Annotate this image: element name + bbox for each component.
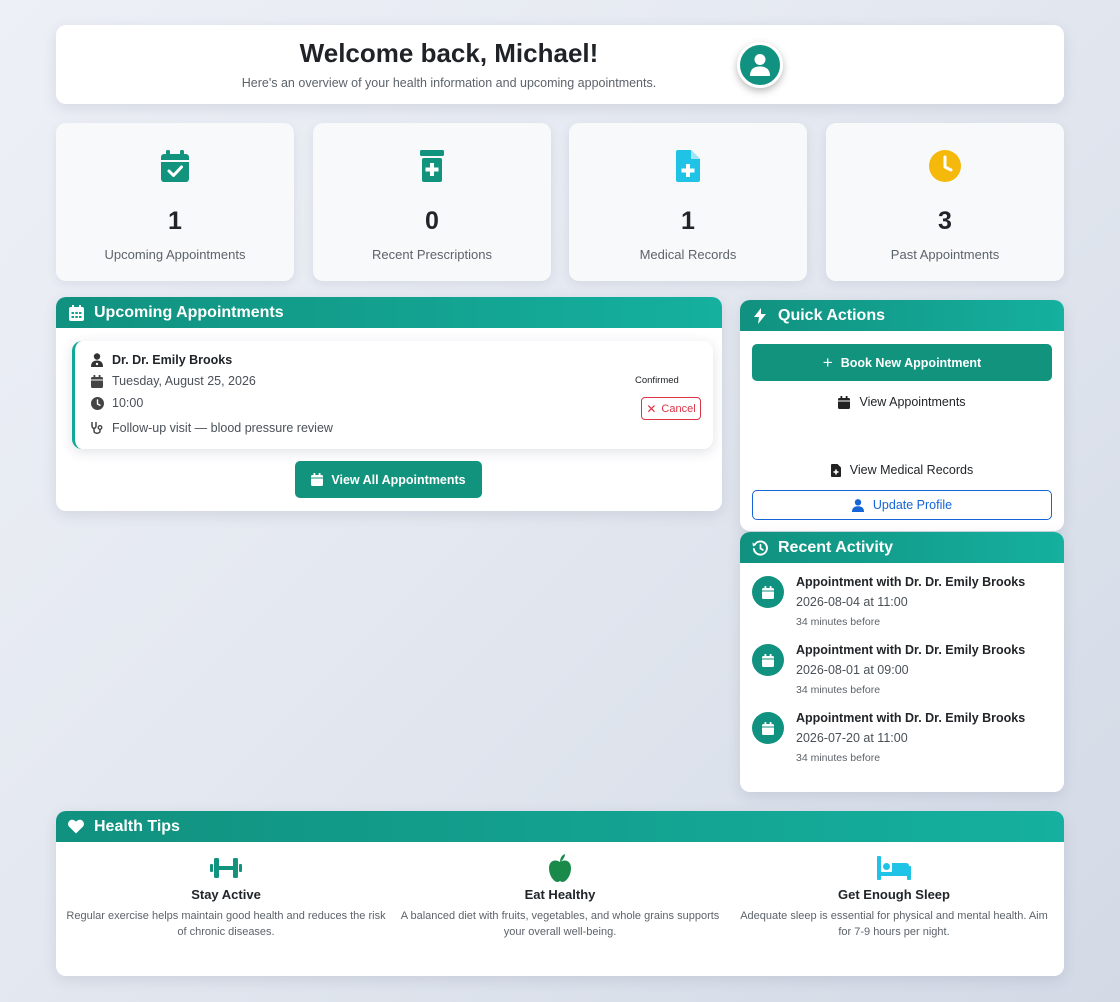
view-medical-records-link[interactable]: View Medical Records <box>752 458 1052 482</box>
book-new-appointment-button[interactable]: + Book New Appointment <box>752 344 1052 381</box>
stat-card-past-appointments[interactable]: 3 Past Appointments <box>826 123 1064 281</box>
book-label: Book New Appointment <box>840 355 982 370</box>
view-all-label: View All Appointments <box>331 472 466 487</box>
health-tips-header: Health Tips <box>56 811 1064 842</box>
recent-activity-card: Recent Activity Appointment with Dr. Dr.… <box>740 532 1064 792</box>
stat-label: Medical Records <box>639 247 737 262</box>
quick-actions-header: Quick Actions <box>740 300 1064 331</box>
calendar-icon <box>762 721 774 735</box>
stat-value: 3 <box>938 207 952 235</box>
activity-datetime: 2026-08-04 at 11:00 <box>796 595 908 609</box>
stat-value: 0 <box>425 207 439 235</box>
appointment-time: 10:00 <box>112 396 144 410</box>
update-profile-label: Update Profile <box>872 498 953 512</box>
tip-title: Get Enough Sleep <box>838 887 950 902</box>
activity-time-ago: 34 minutes before <box>796 616 881 628</box>
avatar[interactable] <box>737 42 783 88</box>
health-tips-card: Health Tips Stay Active Regular exercise… <box>56 811 1064 976</box>
clock-icon <box>929 150 961 182</box>
tip-item-get-enough-sleep: Get Enough Sleep Adequate sleep is essen… <box>729 853 1059 940</box>
activity-item: Appointment with Dr. Dr. Emily Brooks 20… <box>752 575 1052 635</box>
tip-item-stay-active: Stay Active Regular exercise helps maint… <box>61 853 391 940</box>
stat-card-medical-records[interactable]: 1 Medical Records <box>569 123 807 281</box>
history-icon <box>752 539 768 556</box>
plus-icon: + <box>822 352 833 372</box>
activity-datetime: 2026-08-01 at 09:00 <box>796 663 909 677</box>
recent-activity-header: Recent Activity <box>740 532 1064 563</box>
activity-time-ago: 34 minutes before <box>796 752 881 764</box>
calendar-icon <box>311 473 324 486</box>
view-all-appointments-button[interactable]: View All Appointments <box>295 461 482 498</box>
calendar-check-icon <box>161 150 189 182</box>
upcoming-appointments-card: Upcoming Appointments Dr. Dr. Emily Broo… <box>56 297 722 511</box>
stat-value: 1 <box>168 207 182 235</box>
stat-card-recent-prescriptions[interactable]: 0 Recent Prescriptions <box>313 123 551 281</box>
tip-item-eat-healthy: Eat Healthy A balanced diet with fruits,… <box>395 853 725 940</box>
appointment-date: Tuesday, August 25, 2026 <box>112 374 256 388</box>
section-title: Quick Actions <box>778 306 885 324</box>
activity-title: Appointment with Dr. Dr. Emily Brooks <box>796 643 1026 657</box>
calendar-icon <box>91 374 103 388</box>
dumbbell-icon <box>210 858 242 878</box>
view-appointments-label: View Appointments <box>859 395 966 409</box>
view-records-label: View Medical Records <box>849 463 974 477</box>
activity-title: Appointment with Dr. Dr. Emily Brooks <box>796 711 1026 725</box>
page-title: Welcome back, Michael! <box>299 38 599 68</box>
upcoming-appointments-header: Upcoming Appointments <box>56 297 722 328</box>
activity-datetime: 2026-07-20 at 11:00 <box>796 731 908 745</box>
status-badge: Confirmed <box>635 375 679 386</box>
stat-label: Recent Prescriptions <box>372 247 492 262</box>
activity-item: Appointment with Dr. Dr. Emily Brooks 20… <box>752 711 1052 771</box>
close-icon: ✕ <box>646 401 657 416</box>
page-subtitle: Here's an overview of your health inform… <box>241 76 657 90</box>
cancel-label: Cancel <box>661 402 696 415</box>
tip-text: Regular exercise helps maintain good hea… <box>66 910 386 938</box>
stat-value: 1 <box>681 207 695 235</box>
calendar-icon <box>762 653 774 667</box>
tip-title: Stay Active <box>191 887 261 902</box>
appointment-doctor: Dr. Dr. Emily Brooks <box>112 353 233 367</box>
stat-label: Past Appointments <box>890 247 1000 262</box>
view-appointments-link[interactable]: View Appointments <box>752 390 1052 414</box>
stethoscope-icon <box>91 422 103 434</box>
stat-label: Upcoming Appointments <box>104 247 246 262</box>
activity-time-ago: 34 minutes before <box>796 684 881 696</box>
bed-icon <box>877 856 911 880</box>
calendar-icon <box>838 395 851 409</box>
user-doctor-icon <box>91 353 103 367</box>
user-icon <box>750 54 770 76</box>
welcome-card: Welcome back, Michael! Here's an overvie… <box>56 25 1064 104</box>
section-title: Recent Activity <box>778 538 893 556</box>
activity-title: Appointment with Dr. Dr. Emily Brooks <box>796 575 1026 589</box>
appointment-reason: Follow-up visit — blood pressure review <box>112 421 333 435</box>
clock-icon <box>90 396 104 410</box>
apple-icon <box>549 854 571 882</box>
section-title: Health Tips <box>94 817 180 835</box>
appointment-card: Dr. Dr. Emily Brooks Tuesday, August 25,… <box>72 341 713 449</box>
file-medical-icon <box>830 463 841 477</box>
bolt-icon <box>754 307 766 324</box>
tip-title: Eat Healthy <box>524 887 596 902</box>
prescription-bottle-icon <box>420 150 444 182</box>
tip-text: Adequate sleep is essential for physical… <box>740 910 1048 938</box>
calendar-icon <box>68 304 84 321</box>
heart-icon <box>68 819 84 834</box>
quick-actions-card: Quick Actions + Book New Appointment Vie… <box>740 300 1064 531</box>
calendar-icon <box>762 585 774 599</box>
section-title: Upcoming Appointments <box>94 303 284 321</box>
activity-item: Appointment with Dr. Dr. Emily Brooks 20… <box>752 643 1052 703</box>
file-medical-icon <box>676 150 700 182</box>
update-profile-button[interactable]: Update Profile <box>752 490 1052 520</box>
tip-text: A balanced diet with fruits, vegetables,… <box>400 910 720 938</box>
stat-card-upcoming-appointments[interactable]: 1 Upcoming Appointments <box>56 123 294 281</box>
user-icon <box>851 498 864 512</box>
cancel-appointment-button[interactable]: ✕ Cancel <box>641 397 701 420</box>
